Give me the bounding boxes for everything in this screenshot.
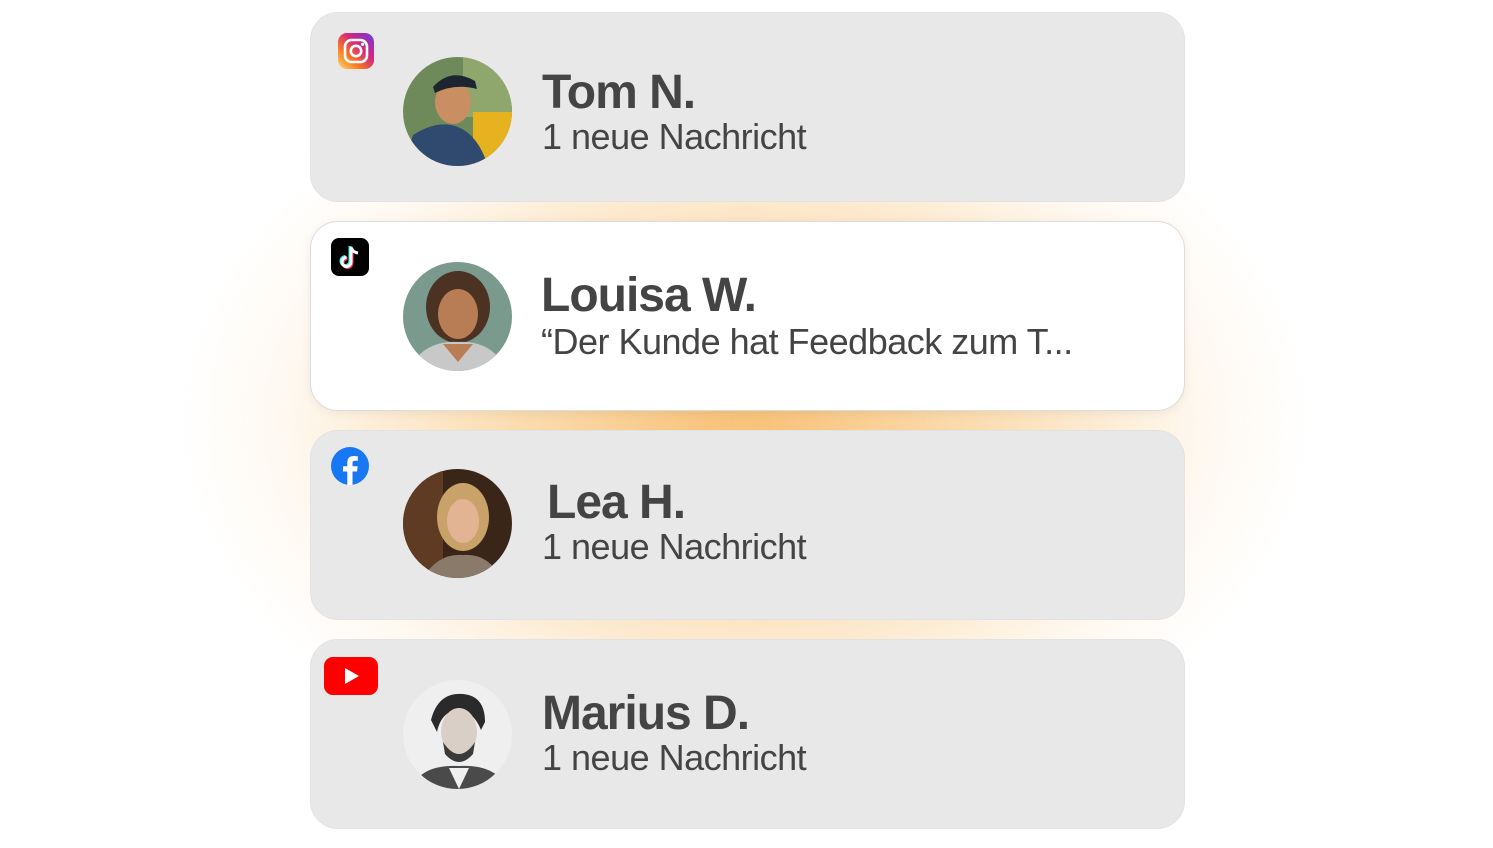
facebook-icon [331, 447, 369, 485]
avatar [403, 680, 512, 789]
avatar [403, 262, 512, 371]
message-preview: 1 neue Nachricht [542, 737, 807, 778]
youtube-icon [324, 657, 378, 695]
notification-card-lea[interactable]: Lea H. 1 neue Nachricht [310, 430, 1185, 620]
notification-card-marius[interactable]: Marius D. 1 neue Nachricht [310, 639, 1185, 829]
instagram-icon [338, 33, 376, 71]
avatar [403, 57, 512, 166]
contact-name: Lea H. [547, 476, 686, 529]
contact-name: Tom N. [542, 66, 696, 119]
contact-name: Marius D. [542, 687, 750, 740]
message-preview: 1 neue Nachricht [542, 526, 807, 567]
notification-card-louisa[interactable]: Louisa W. “Der Kunde hat Feedback zum T.… [310, 221, 1185, 411]
message-preview: “Der Kunde hat Feedback zum T... [541, 321, 1073, 362]
tiktok-icon [331, 238, 369, 276]
notification-card-tom[interactable]: Tom N. 1 neue Nachricht [310, 12, 1185, 202]
contact-name: Louisa W. [541, 269, 757, 322]
avatar [403, 469, 512, 578]
notification-list: Tom N. 1 neue Nachricht Louisa W. “Der K [310, 12, 1185, 848]
message-preview: 1 neue Nachricht [542, 116, 807, 157]
